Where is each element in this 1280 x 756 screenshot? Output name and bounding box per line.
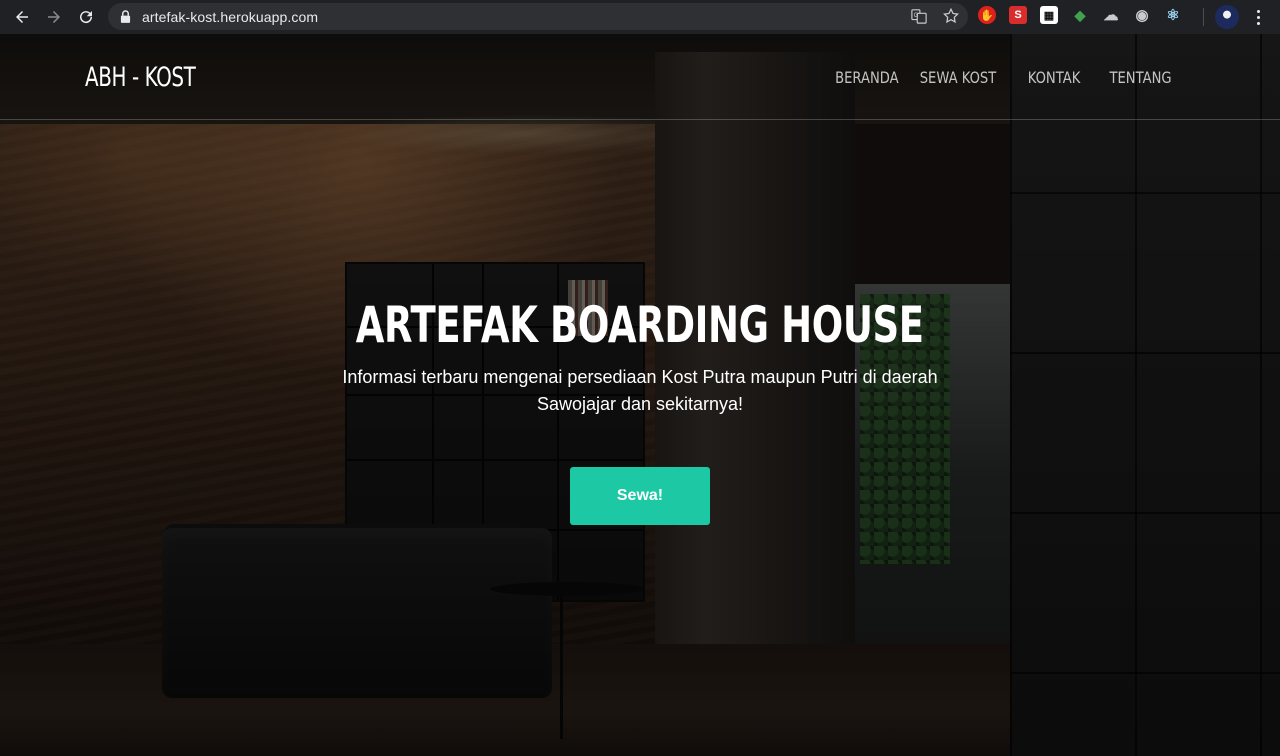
profile-avatar[interactable] bbox=[1215, 5, 1239, 29]
url-text[interactable]: artefak-kost.herokuapp.com bbox=[142, 9, 318, 25]
browser-toolbar: artefak-kost.herokuapp.com G ✋ S ▦ ◆ ☁ ◉… bbox=[0, 0, 1280, 34]
qr-code-extension-icon[interactable]: ▦ bbox=[1040, 6, 1058, 24]
hero-title-text: ARTEFAK BOARDING HOUSE bbox=[356, 296, 924, 354]
page-viewport: ABH - KOST BERANDA SEWA KOST KONTAK TENT… bbox=[0, 34, 1280, 756]
svg-text:G: G bbox=[914, 12, 919, 19]
hero-title: ARTEFAK BOARDING HOUSE bbox=[0, 296, 1280, 354]
s-extension-icon[interactable]: S bbox=[1009, 6, 1027, 24]
hero-subtitle: Informasi terbaru mengenai persediaan Ko… bbox=[342, 367, 938, 414]
nav-item-tentang[interactable]: TENTANG bbox=[1109, 68, 1171, 87]
kebab-menu-icon[interactable] bbox=[1250, 7, 1266, 27]
address-bar[interactable]: artefak-kost.herokuapp.com G bbox=[108, 3, 968, 30]
nav-item-kontak[interactable]: KONTAK bbox=[1025, 68, 1082, 87]
map-extension-icon[interactable]: ◆ bbox=[1071, 6, 1089, 24]
cloud-extension-icon[interactable]: ☁ bbox=[1102, 6, 1120, 24]
back-arrow-icon[interactable] bbox=[6, 1, 38, 33]
adblock-extension-icon[interactable]: ✋ bbox=[978, 6, 996, 24]
extensions-bar: ✋ S ▦ ◆ ☁ ◉ ⚛ bbox=[978, 6, 1182, 24]
nav-menu: BERANDA SEWA KOST KONTAK TENTANG bbox=[815, 68, 1175, 87]
forward-arrow-icon[interactable] bbox=[38, 1, 70, 33]
reload-icon[interactable] bbox=[70, 1, 102, 33]
react-devtools-icon[interactable]: ⚛ bbox=[1164, 6, 1182, 24]
toolbar-separator bbox=[1203, 8, 1204, 26]
nav-item-sewa-kost[interactable]: SEWA KOST bbox=[919, 68, 997, 87]
lock-icon bbox=[120, 10, 132, 24]
site-brand-logo[interactable]: ABH - KOST bbox=[85, 62, 196, 93]
translate-icon[interactable]: G bbox=[910, 7, 928, 25]
circle-extension-icon[interactable]: ◉ bbox=[1133, 6, 1151, 24]
nav-item-beranda[interactable]: BERANDA bbox=[835, 68, 899, 87]
bookmark-star-icon[interactable] bbox=[942, 7, 960, 25]
site-navbar: ABH - KOST BERANDA SEWA KOST KONTAK TENT… bbox=[0, 34, 1280, 120]
sewa-button[interactable]: Sewa! bbox=[570, 467, 710, 525]
